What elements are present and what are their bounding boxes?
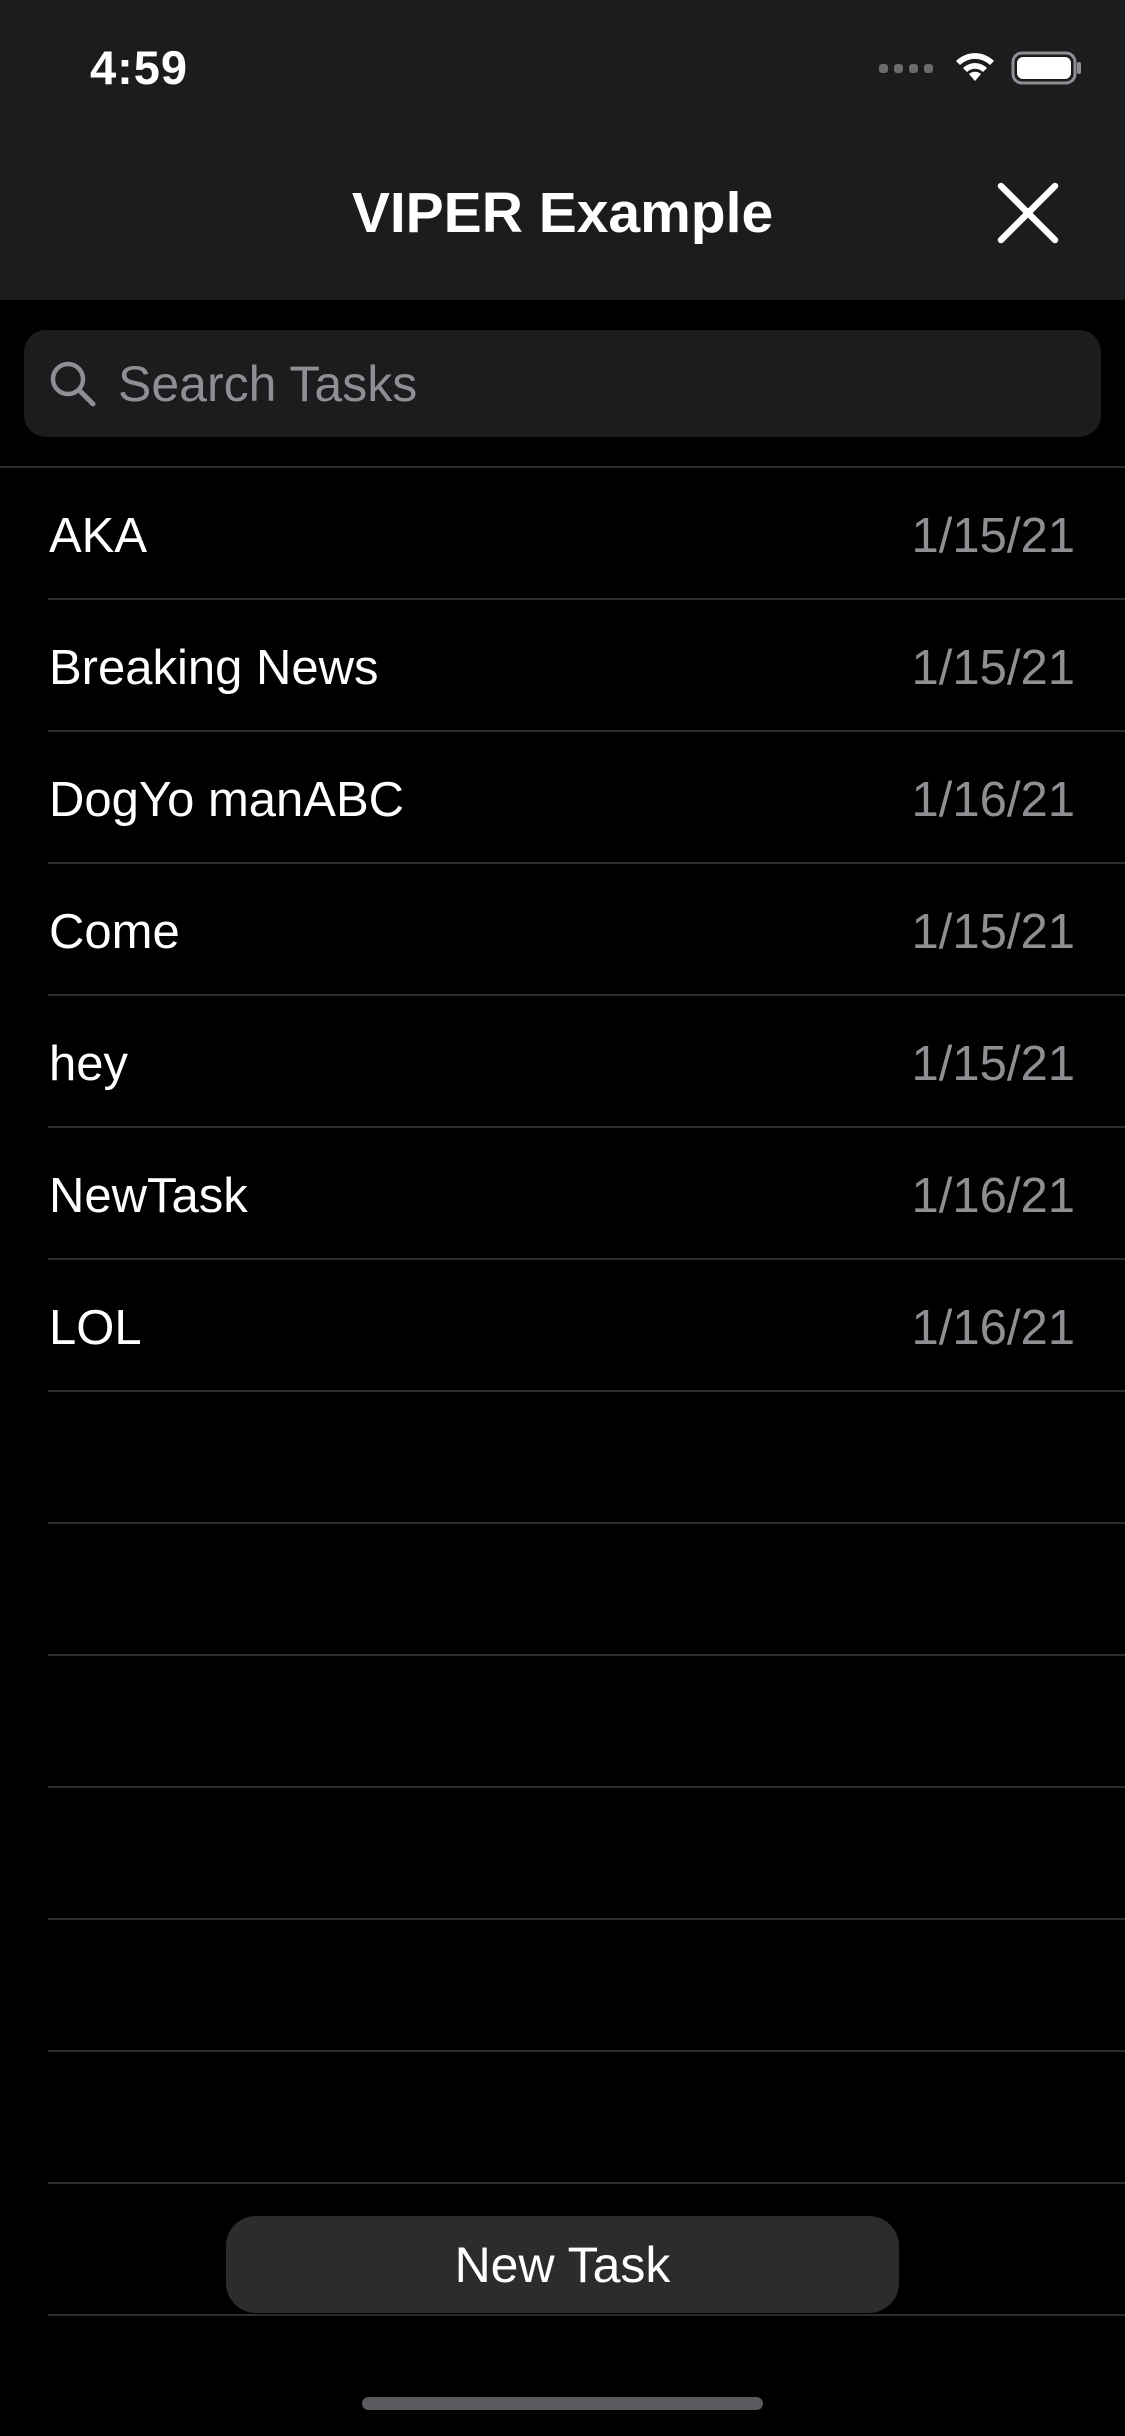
empty-row: [0, 1788, 1125, 1920]
task-title: NewTask: [49, 1169, 248, 1223]
table-row[interactable]: DogYo manABC 1/16/21: [0, 732, 1125, 864]
table-row[interactable]: Breaking News 1/15/21: [0, 600, 1125, 732]
table-row[interactable]: AKA 1/15/21: [0, 468, 1125, 600]
search-icon: [46, 357, 100, 411]
task-date: 1/16/21: [911, 773, 1076, 827]
table-row[interactable]: NewTask 1/16/21: [0, 1128, 1125, 1260]
task-title: hey: [49, 1037, 129, 1091]
table-row[interactable]: hey 1/15/21: [0, 996, 1125, 1128]
empty-row: [0, 2052, 1125, 2184]
task-title: DogYo manABC: [49, 773, 405, 827]
page-title: VIPER Example: [351, 181, 774, 245]
battery-icon: [1011, 51, 1081, 85]
table-row[interactable]: LOL 1/16/21: [0, 1260, 1125, 1392]
task-date: 1/15/21: [911, 641, 1076, 695]
empty-row: [0, 1656, 1125, 1788]
task-title: LOL: [49, 1301, 142, 1355]
task-list: AKA 1/15/21 Breaking News 1/15/21 DogYo …: [0, 468, 1125, 2316]
wifi-icon: [956, 53, 994, 81]
status-time: 4:59: [90, 41, 189, 94]
task-date: 1/15/21: [911, 905, 1076, 959]
close-button[interactable]: [993, 178, 1063, 248]
empty-row: [0, 1392, 1125, 1524]
navigation-header: 4:59 VIPER Example: [0, 0, 1125, 300]
status-icons: [879, 48, 1083, 88]
task-date: 1/15/21: [911, 1037, 1076, 1091]
table-row[interactable]: Come 1/15/21: [0, 864, 1125, 996]
cellular-signal-icon: [879, 63, 933, 73]
task-date: 1/16/21: [911, 1169, 1076, 1223]
task-date: 1/15/21: [911, 509, 1076, 563]
close-icon: [997, 182, 1059, 244]
empty-rows: [0, 1392, 1125, 2316]
new-task-button[interactable]: New Task: [226, 2216, 899, 2313]
task-title: Breaking News: [49, 641, 379, 695]
search-bar[interactable]: [24, 330, 1101, 437]
empty-row: [0, 1524, 1125, 1656]
task-title: Come: [49, 905, 180, 959]
search-input[interactable]: [116, 353, 1101, 414]
task-date: 1/16/21: [911, 1301, 1076, 1355]
app-screen: 4:59 VIPER Example Search Tasks AKA 1/15…: [0, 0, 1125, 2436]
task-title: AKA: [49, 509, 148, 563]
empty-row: [0, 1920, 1125, 2052]
home-indicator[interactable]: [362, 2397, 763, 2410]
